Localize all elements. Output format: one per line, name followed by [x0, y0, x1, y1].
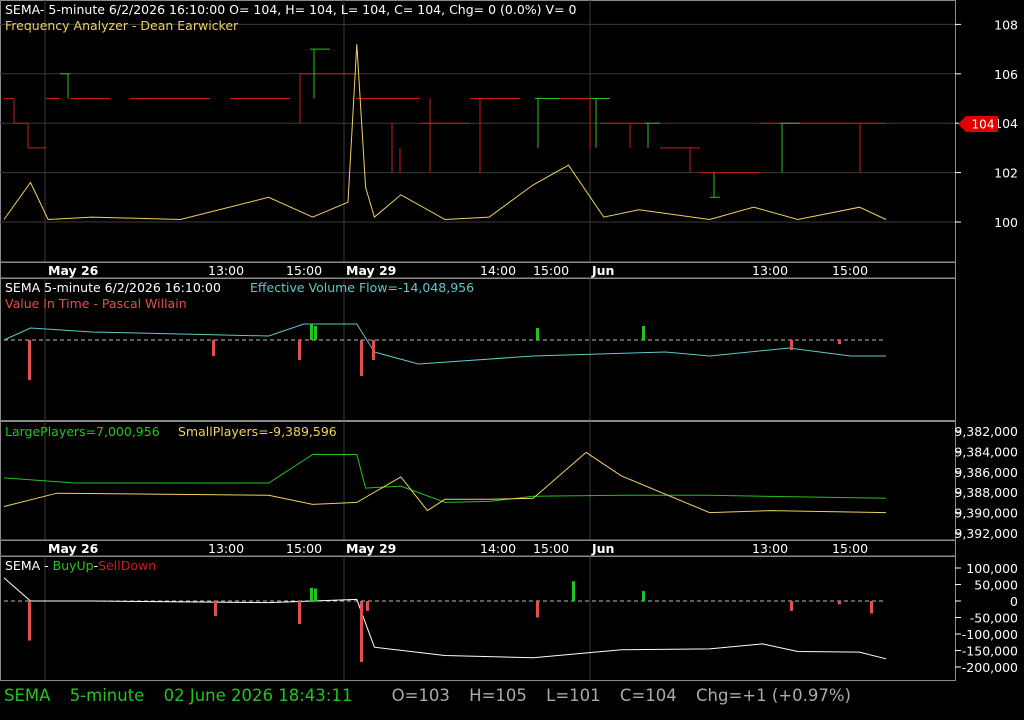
status-high: H=105 — [469, 686, 527, 705]
date-axis-label-0: May 26 — [48, 541, 99, 556]
date-axis-label-4: 14:00 — [480, 263, 516, 278]
buyup-selldown-bar — [366, 601, 369, 611]
effective-volume-flow-label: Effective Volume Flow=-14,048,956 — [250, 280, 475, 295]
large-players-label: LargePlayers=7,000,956 — [5, 424, 160, 439]
players-tick-label: 9,392,000 — [954, 526, 1018, 541]
buyup-title: BuyUp — [52, 558, 94, 573]
buyup-selldown-bar — [214, 601, 217, 616]
status-open: O=103 — [391, 686, 450, 705]
buyup-selldown-bar — [298, 601, 301, 625]
buyup-tick-label: 0 — [1010, 594, 1018, 609]
panel-frame-1 — [0, 0, 956, 263]
buyup-selldown-bar — [642, 591, 645, 601]
players-tick-label: 9,384,000 — [954, 444, 1018, 459]
buyup-selldown-bar — [536, 601, 539, 618]
date-axis-label-6: Jun — [591, 541, 614, 556]
effective-volume-flow-line — [3, 323, 886, 365]
buyup-selldown-bar — [838, 601, 841, 605]
small-players-label: SmallPlayers=-9,389,596 — [178, 424, 337, 439]
date-axis-label-8: 15:00 — [832, 541, 868, 556]
volume-flow-header: SEMA 5-minute 6/2/2026 16:10:00 — [5, 280, 221, 295]
value-in-time-bar — [298, 340, 301, 360]
frequency-analyzer-title: Frequency Analyzer - Dean Earwicker — [5, 18, 239, 33]
value-in-time-bar — [642, 326, 645, 340]
players-tick-label: 9,386,000 — [954, 465, 1018, 480]
last-price-tag-label: 104 — [972, 118, 995, 132]
value-in-time-bar — [314, 326, 317, 340]
chart-canvas: 108106104102100104May 26 13:00 15:00 May 29… — [0, 0, 1018, 681]
date-axis-label-5: 15:00 — [533, 541, 569, 556]
price-tick-label: 102 — [994, 166, 1018, 181]
date-axis-label-3: May 29 — [346, 263, 396, 278]
value-in-time-bar — [838, 340, 841, 344]
buyup-selldown-bar — [28, 601, 31, 641]
large-players-line — [3, 454, 887, 503]
buyup-tick-label: -150,000 — [962, 644, 1018, 659]
buyup-selldown-title: SEMA - BuyUp-SellDown — [5, 558, 156, 573]
value-in-time-bar — [536, 328, 539, 340]
buyup-tick-label: -100,000 — [962, 627, 1018, 642]
status-bar: SEMA 5-minute 02 June 2026 18:43:11 O=10… — [4, 686, 865, 705]
date-axis-frame-1 — [0, 539, 956, 557]
players-tick-label: 9,388,000 — [954, 485, 1018, 500]
players-tick-label: 9,390,000 — [954, 506, 1018, 521]
buyup-selldown-line — [3, 577, 887, 660]
value-in-time-bar — [310, 324, 313, 340]
value-in-time-bar — [790, 340, 793, 350]
value-in-time-bar — [212, 340, 215, 356]
date-axis-label-3: May 29 — [346, 541, 396, 556]
status-low: L=101 — [546, 686, 601, 705]
price-tick-label: 106 — [994, 67, 1018, 82]
value-in-time-bar — [28, 340, 31, 380]
value-in-time-title: Value In Time - Pascal Willain — [5, 296, 187, 311]
buyup-title-symbol: SEMA - — [5, 558, 53, 573]
buyup-tick-label: -200,000 — [962, 660, 1018, 675]
status-change: Chg=+1 (+0.97%) — [696, 686, 851, 705]
buyup-tick-label: -50,000 — [970, 611, 1018, 626]
date-axis-label-1: 13:00 — [208, 263, 244, 278]
date-axis-label-7: 13:00 — [752, 541, 788, 556]
buyup-tick-label: 50,000 — [974, 578, 1018, 593]
panel-frame-3 — [0, 421, 956, 541]
buyup-selldown-bar — [360, 601, 363, 663]
value-in-time-bar — [360, 340, 363, 376]
price-header: SEMA- 5-minute 6/2/2026 16:10:00 O= 104,… — [5, 2, 577, 17]
date-axis-label-2: 15:00 — [286, 263, 322, 278]
buyup-selldown-bar — [870, 601, 873, 614]
selldown-title: SellDown — [98, 558, 157, 573]
status-interval: 5-minute — [69, 686, 145, 705]
date-axis-label-6: Jun — [591, 263, 614, 278]
date-axis-label-0: May 26 — [48, 263, 99, 278]
price-tick-label: 100 — [994, 215, 1018, 230]
date-axis-label-8: 15:00 — [832, 263, 868, 278]
status-datetime: 02 June 2026 18:43:11 — [163, 686, 353, 705]
date-axis-label-7: 13:00 — [752, 263, 788, 278]
buyup-selldown-bar — [572, 581, 575, 601]
frequency-analyzer-line — [3, 44, 887, 221]
date-axis-frame-0 — [0, 261, 956, 279]
date-axis-label-1: 13:00 — [208, 541, 244, 556]
buyup-selldown-bar — [790, 601, 793, 611]
buyup-selldown-bar — [310, 587, 313, 601]
value-in-time-bar — [372, 340, 375, 360]
panel-frame-4 — [0, 556, 956, 681]
date-axis-label-4: 14:00 — [480, 541, 516, 556]
buyup-selldown-bar — [314, 588, 317, 601]
date-axis-label-5: 15:00 — [533, 263, 569, 278]
players-tick-label: 9,382,000 — [954, 424, 1018, 439]
buyup-tick-label: 100,000 — [966, 561, 1018, 576]
price-tick-label: 108 — [994, 17, 1018, 32]
status-symbol: SEMA — [4, 686, 51, 705]
status-close: C=104 — [619, 686, 677, 705]
date-axis-label-2: 15:00 — [286, 541, 322, 556]
